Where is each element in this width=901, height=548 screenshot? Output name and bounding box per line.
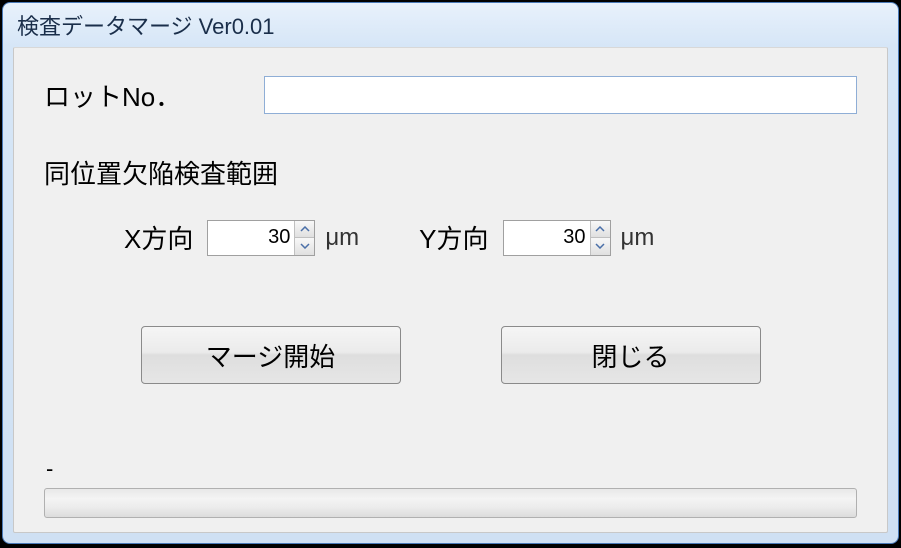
x-spinner-buttons bbox=[294, 221, 314, 255]
y-spin-up-button[interactable] bbox=[591, 221, 610, 239]
range-row: X方向 μm Y方向 bbox=[44, 219, 857, 256]
lot-label: ロットNo． bbox=[44, 77, 264, 114]
y-value-input[interactable] bbox=[504, 221, 590, 255]
x-label: X方向 bbox=[124, 219, 193, 256]
x-spin-down-button[interactable] bbox=[295, 238, 314, 255]
x-value-input[interactable] bbox=[208, 221, 294, 255]
main-window: 検査データマージ Ver0.01 ロットNo． 同位置欠陥検査範囲 X方向 bbox=[2, 2, 899, 544]
x-direction-group: X方向 μm bbox=[124, 219, 359, 256]
titlebar: 検査データマージ Ver0.01 bbox=[3, 3, 898, 47]
chevron-up-icon bbox=[300, 226, 310, 232]
y-label: Y方向 bbox=[419, 219, 488, 256]
chevron-down-icon bbox=[300, 243, 310, 249]
merge-start-button[interactable]: マージ開始 bbox=[141, 326, 401, 384]
status-text: - bbox=[44, 456, 857, 482]
client-area: ロットNo． 同位置欠陥検査範囲 X方向 bbox=[13, 47, 888, 533]
window-title: 検査データマージ Ver0.01 bbox=[17, 9, 275, 41]
x-spin-up-button[interactable] bbox=[295, 221, 314, 239]
lot-number-input[interactable] bbox=[264, 76, 857, 114]
y-spinner bbox=[503, 220, 611, 256]
progress-bar bbox=[44, 488, 857, 518]
button-row: マージ開始 閉じる bbox=[44, 326, 857, 384]
lot-row: ロットNo． bbox=[44, 76, 857, 114]
y-unit-label: μm bbox=[621, 224, 655, 252]
chevron-down-icon bbox=[595, 243, 605, 249]
y-direction-group: Y方向 μm bbox=[419, 219, 654, 256]
status-area: - bbox=[44, 456, 857, 518]
y-spinner-buttons bbox=[590, 221, 610, 255]
x-spinner bbox=[207, 220, 315, 256]
range-section-label: 同位置欠陥検査範囲 bbox=[44, 154, 857, 191]
x-unit-label: μm bbox=[325, 224, 359, 252]
y-spin-down-button[interactable] bbox=[591, 238, 610, 255]
close-button[interactable]: 閉じる bbox=[501, 326, 761, 384]
chevron-up-icon bbox=[595, 226, 605, 232]
